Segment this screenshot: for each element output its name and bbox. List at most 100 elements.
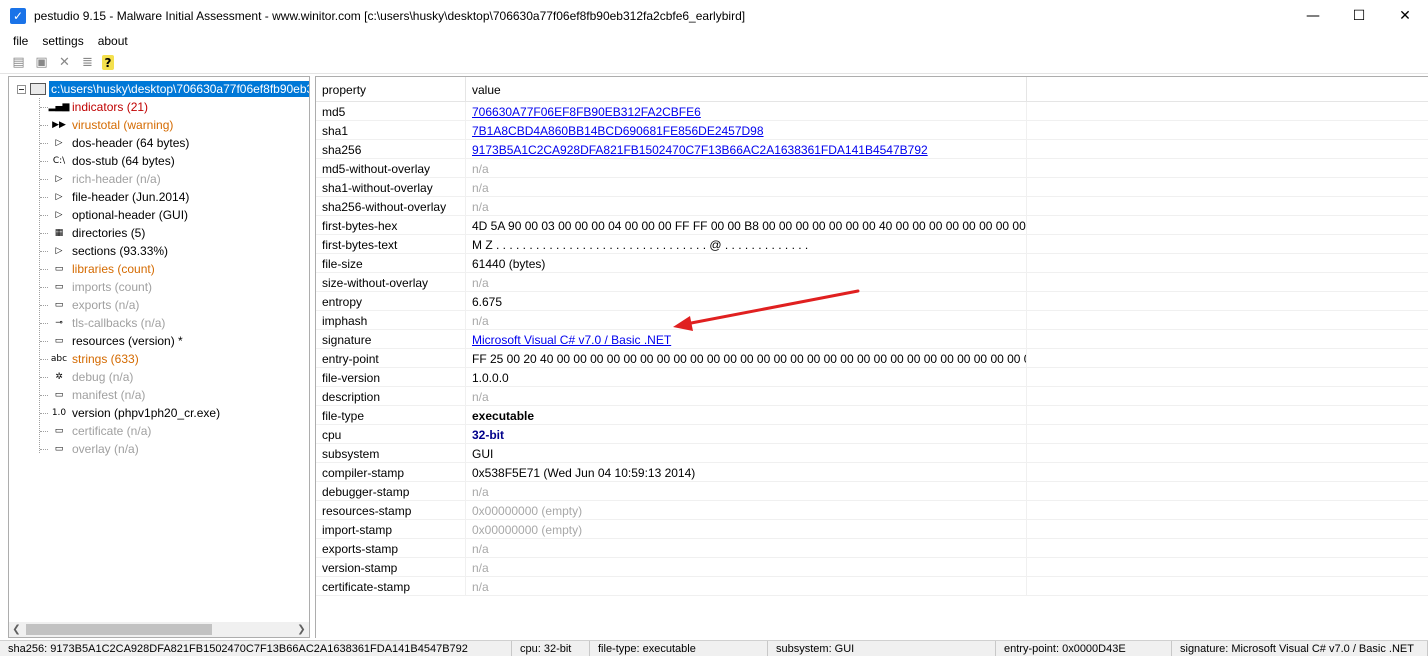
menu-settings[interactable]: settings bbox=[35, 34, 90, 48]
table-row[interactable]: file-version 1.0.0.0 bbox=[316, 368, 1428, 387]
table-row[interactable]: resources-stamp 0x00000000 (empty) bbox=[316, 501, 1428, 520]
scroll-left-icon[interactable]: ❮ bbox=[9, 622, 24, 637]
tree-item[interactable]: ⊸ tls-callbacks (n/a) bbox=[40, 314, 165, 332]
value-cell[interactable]: 706630A77F06EF8FB90EB312FA2CBFE6 bbox=[466, 102, 1027, 121]
tree-horizontal-scrollbar[interactable]: ❮ ❯ bbox=[9, 622, 309, 637]
tree-item[interactable]: ▭ exports (n/a) bbox=[40, 296, 139, 314]
minimize-button[interactable]: — bbox=[1290, 0, 1336, 31]
tree-item[interactable]: C:\ dos-stub (64 bytes) bbox=[40, 152, 175, 170]
tree-item[interactable]: ▭ certificate (n/a) bbox=[40, 422, 151, 440]
table-row[interactable]: debugger-stamp n/a bbox=[316, 482, 1428, 501]
table-row[interactable]: version-stamp n/a bbox=[316, 558, 1428, 577]
tree-item-label[interactable]: directories (5) bbox=[72, 226, 145, 240]
tree-item[interactable]: ✲ debug (n/a) bbox=[40, 368, 133, 386]
table-row[interactable]: md5-without-overlay n/a bbox=[316, 159, 1428, 178]
table-row[interactable]: first-bytes-text M Z . . . . . . . . . . … bbox=[316, 235, 1428, 254]
tree-item[interactable]: ▭ manifest (n/a) bbox=[40, 386, 145, 404]
tree-item-label[interactable]: optional-header (GUI) bbox=[72, 208, 188, 222]
tree-item-label[interactable]: virustotal (warning) bbox=[72, 118, 173, 132]
value-link[interactable]: 9173B5A1C2CA928DFA821FB1502470C7F13B66AC… bbox=[472, 143, 928, 157]
collapse-icon[interactable] bbox=[17, 84, 26, 94]
scrollbar-thumb[interactable] bbox=[26, 624, 212, 635]
table-row[interactable]: import-stamp 0x00000000 (empty) bbox=[316, 520, 1428, 539]
tree-root[interactable]: c:\users\husky\desktop\706630a77f06ef8fb… bbox=[9, 80, 309, 98]
tree-item-label[interactable]: sections (93.33%) bbox=[72, 244, 168, 258]
value-text: n/a bbox=[472, 579, 489, 594]
window-title: pestudio 9.15 - Malware Initial Assessme… bbox=[34, 8, 746, 23]
table-row[interactable]: signature Microsoft Visual C# v7.0 / Basi… bbox=[316, 330, 1428, 349]
tree-item[interactable]: ▂▄▆ indicators (21) bbox=[40, 98, 148, 116]
value-link[interactable]: 706630A77F06EF8FB90EB312FA2CBFE6 bbox=[472, 105, 701, 119]
table-row[interactable]: compiler-stamp 0x538F5E71 (Wed Jun 04 10:… bbox=[316, 463, 1428, 482]
value-text: n/a bbox=[472, 180, 489, 195]
file-tree-panel[interactable]: c:\users\husky\desktop\706630a77f06ef8fb… bbox=[8, 76, 310, 638]
table-row[interactable]: entry-point FF 25 00 20 40 00 00 00 00 00… bbox=[316, 349, 1428, 368]
folder-open-icon[interactable]: ▤ bbox=[10, 54, 27, 71]
close-button[interactable]: ✕ bbox=[1382, 0, 1428, 31]
tree-item-label[interactable]: file-header (Jun.2014) bbox=[72, 190, 189, 204]
tree-item-label[interactable]: debug (n/a) bbox=[72, 370, 133, 384]
table-row[interactable]: cpu 32-bit bbox=[316, 425, 1428, 444]
menu-file[interactable]: file bbox=[0, 34, 35, 48]
tree-item[interactable]: abc strings (633) bbox=[40, 350, 139, 368]
tree-item[interactable]: ▭ libraries (count) bbox=[40, 260, 155, 278]
tree-item[interactable]: ▭ overlay (n/a) bbox=[40, 440, 139, 458]
table-row[interactable]: file-type executable bbox=[316, 406, 1428, 425]
tree-item-label[interactable]: certificate (n/a) bbox=[72, 424, 151, 438]
tree-item[interactable]: ▦ directories (5) bbox=[40, 224, 145, 242]
tree-item[interactable]: ▷ file-header (Jun.2014) bbox=[40, 188, 189, 206]
table-row[interactable]: exports-stamp n/a bbox=[316, 539, 1428, 558]
menu-about[interactable]: about bbox=[91, 34, 135, 48]
maximize-button[interactable]: ☐ bbox=[1336, 0, 1382, 31]
tree-item-label[interactable]: tls-callbacks (n/a) bbox=[72, 316, 165, 330]
empty-cell bbox=[1027, 482, 1428, 501]
tree-item-label[interactable]: exports (n/a) bbox=[72, 298, 139, 312]
tree-item-label[interactable]: resources (version) * bbox=[72, 334, 183, 348]
tree-item-label[interactable]: overlay (n/a) bbox=[72, 442, 139, 456]
tree-item-label[interactable]: dos-header (64 bytes) bbox=[72, 136, 189, 150]
value-link[interactable]: 7B1A8CBD4A860BB14BCD690681FE856DE2457D98 bbox=[472, 124, 764, 138]
tree-item-label[interactable]: strings (633) bbox=[72, 352, 139, 366]
table-row[interactable]: sha1-without-overlay n/a bbox=[316, 178, 1428, 197]
tree-item[interactable]: ▷ rich-header (n/a) bbox=[40, 170, 161, 188]
tree-item-label[interactable]: indicators (21) bbox=[72, 100, 148, 114]
table-row[interactable]: file-size 61440 (bytes) bbox=[316, 254, 1428, 273]
header-value[interactable]: value bbox=[466, 77, 1027, 102]
save-icon[interactable]: ▣ bbox=[33, 54, 50, 71]
tree-item-label[interactable]: libraries (count) bbox=[72, 262, 155, 276]
table-row[interactable]: md5 706630A77F06EF8FB90EB312FA2CBFE6 bbox=[316, 102, 1428, 121]
table-row[interactable]: sha256-without-overlay n/a bbox=[316, 197, 1428, 216]
delete-icon[interactable]: ✕ bbox=[56, 54, 73, 71]
tree-item[interactable]: ▷ optional-header (GUI) bbox=[40, 206, 188, 224]
tree-item-label[interactable]: manifest (n/a) bbox=[72, 388, 145, 402]
tree-root-label[interactable]: c:\users\husky\desktop\706630a77f06ef8fb… bbox=[49, 81, 309, 97]
table-row[interactable]: sha256 9173B5A1C2CA928DFA821FB1502470C7F1… bbox=[316, 140, 1428, 159]
table-row[interactable]: sha1 7B1A8CBD4A860BB14BCD690681FE856DE245… bbox=[316, 121, 1428, 140]
scroll-right-icon[interactable]: ❯ bbox=[294, 622, 309, 637]
table-row[interactable]: description n/a bbox=[316, 387, 1428, 406]
tree-item-label[interactable]: version (phpv1ph20_cr.exe) bbox=[72, 406, 220, 420]
tree-item[interactable]: ▶▶ virustotal (warning) bbox=[40, 116, 173, 134]
tree-item[interactable]: ▷ sections (93.33%) bbox=[40, 242, 168, 260]
tree-item[interactable]: 1.0 version (phpv1ph20_cr.exe) bbox=[40, 404, 220, 422]
table-row[interactable]: certificate-stamp n/a bbox=[316, 577, 1428, 596]
value-link[interactable]: Microsoft Visual C# v7.0 / Basic .NET bbox=[472, 333, 671, 347]
value-cell[interactable]: 7B1A8CBD4A860BB14BCD690681FE856DE2457D98 bbox=[466, 121, 1027, 140]
tree-item[interactable]: ▭ imports (count) bbox=[40, 278, 152, 296]
table-row[interactable]: size-without-overlay n/a bbox=[316, 273, 1428, 292]
header-property[interactable]: property bbox=[316, 77, 466, 102]
table-row[interactable]: subsystem GUI bbox=[316, 444, 1428, 463]
tree-item[interactable]: ▷ dos-header (64 bytes) bbox=[40, 134, 189, 152]
tree-item-label[interactable]: imports (count) bbox=[72, 280, 152, 294]
help-icon[interactable]: ? bbox=[102, 55, 114, 70]
tree-item-label[interactable]: dos-stub (64 bytes) bbox=[72, 154, 175, 168]
tree-item[interactable]: ▭ resources (version) * bbox=[40, 332, 183, 350]
table-row[interactable]: imphash n/a bbox=[316, 311, 1428, 330]
tree-item-label[interactable]: rich-header (n/a) bbox=[72, 172, 161, 186]
table-row[interactable]: first-bytes-hex 4D 5A 90 00 03 00 00 00 0… bbox=[316, 216, 1428, 235]
value-cell[interactable]: Microsoft Visual C# v7.0 / Basic .NET bbox=[466, 330, 1027, 349]
empty-cell bbox=[1027, 292, 1428, 311]
list-icon[interactable]: ≣ bbox=[79, 54, 96, 71]
table-row[interactable]: entropy 6.675 bbox=[316, 292, 1428, 311]
value-cell[interactable]: 9173B5A1C2CA928DFA821FB1502470C7F13B66AC… bbox=[466, 140, 1027, 159]
